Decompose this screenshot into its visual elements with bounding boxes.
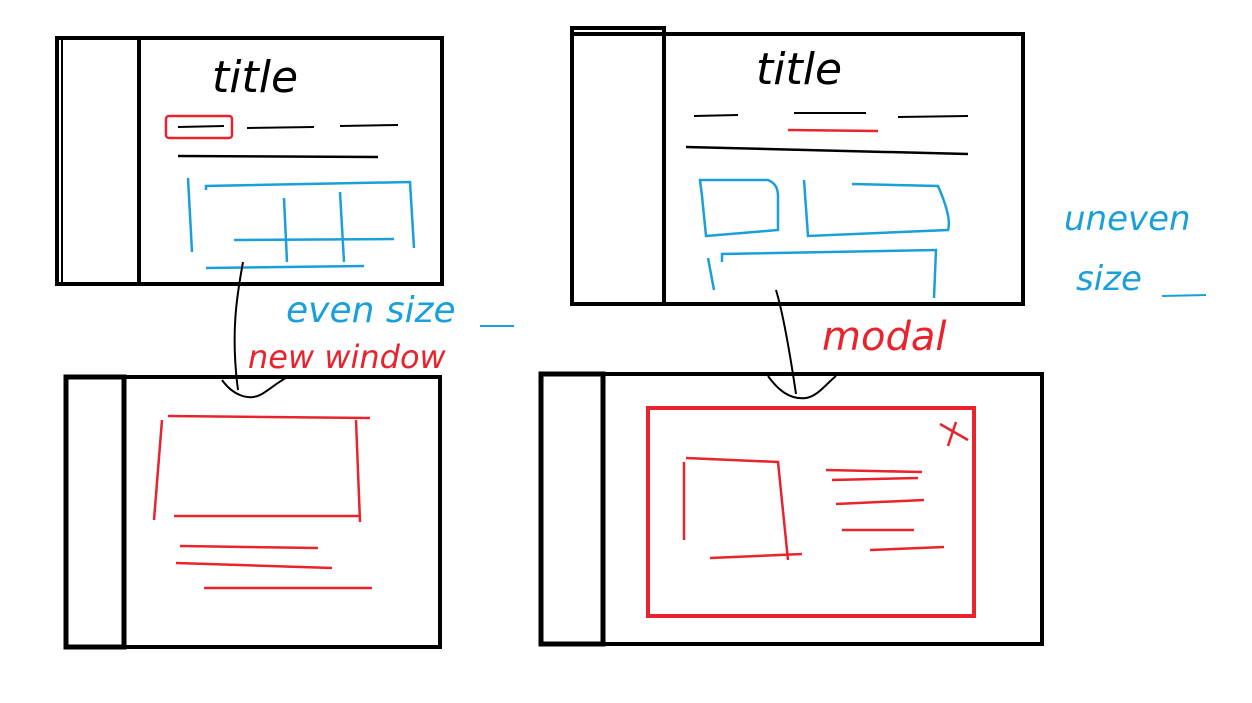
annotation-modal: modal bbox=[822, 314, 946, 360]
tab-underline bbox=[685, 145, 969, 156]
tab-underline bbox=[177, 154, 379, 159]
new-window-screen bbox=[63, 374, 442, 650]
annotation-text: uneven bbox=[1064, 199, 1191, 239]
annotation-new-window: new window bbox=[248, 338, 447, 376]
even-grid bbox=[186, 177, 416, 270]
sidebar bbox=[570, 26, 666, 306]
modal-dialog bbox=[646, 406, 976, 618]
wireframe-uneven-size: title bbox=[570, 26, 1025, 306]
modal-screen bbox=[538, 371, 1044, 647]
active-tab-indicator bbox=[787, 128, 879, 133]
annotation-even-size: even size bbox=[286, 290, 456, 331]
frame-outline bbox=[539, 372, 1044, 646]
wireframe-sketch: title title uneven size even size new wi… bbox=[0, 0, 1252, 703]
new-window-content bbox=[152, 414, 372, 590]
page-title: title bbox=[756, 44, 842, 95]
sidebar bbox=[538, 371, 606, 647]
annotation-uneven-size: uneven size bbox=[1064, 199, 1207, 299]
wireframe-even-size: title bbox=[55, 36, 444, 286]
modal-content bbox=[682, 456, 945, 561]
annotation-text: size bbox=[1076, 259, 1142, 299]
sidebar bbox=[55, 36, 141, 286]
page-title: title bbox=[212, 52, 298, 103]
sketch-svg: title title uneven size even size new wi… bbox=[55, 26, 1207, 650]
uneven-grid bbox=[698, 178, 951, 299]
close-icon[interactable] bbox=[939, 421, 969, 447]
sidebar bbox=[63, 374, 127, 650]
